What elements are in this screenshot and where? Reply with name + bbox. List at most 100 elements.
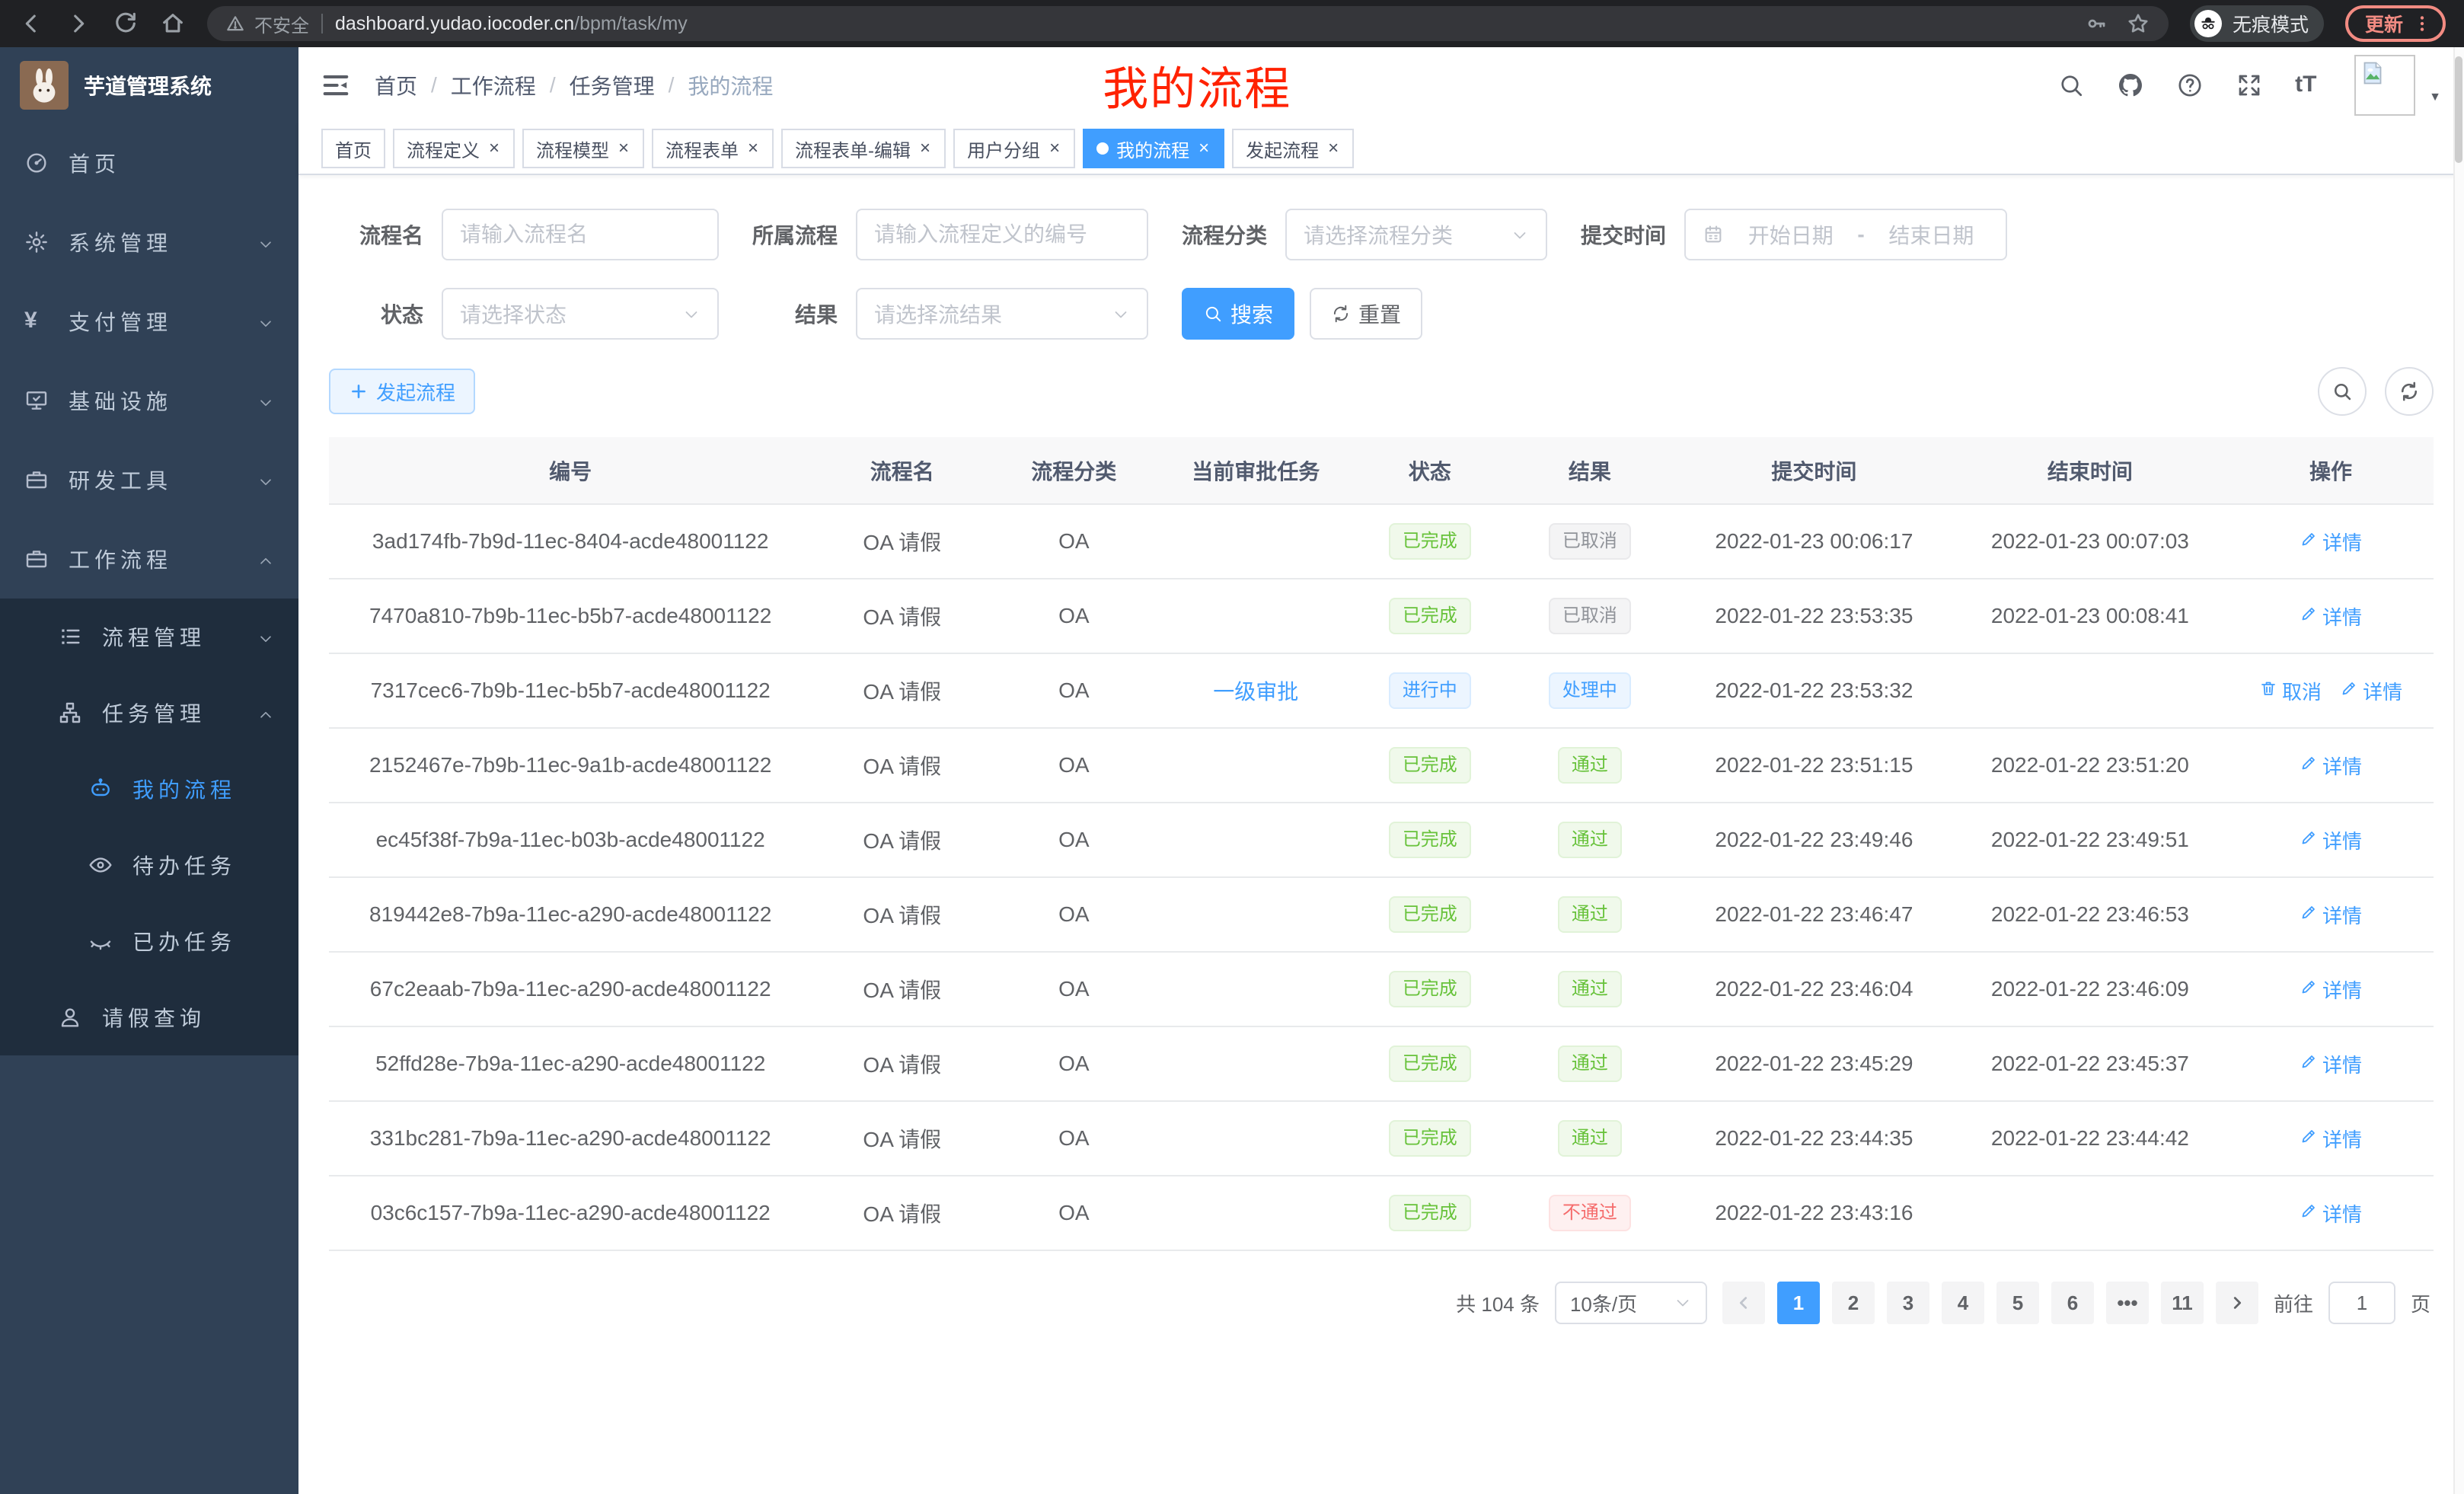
result-badge: 已取消 [1549, 523, 1631, 560]
process-definition-field[interactable] [874, 222, 1130, 247]
tab-close-icon[interactable]: × [918, 139, 932, 158]
tab-close-icon[interactable]: × [1197, 139, 1211, 158]
refresh-table-button[interactable] [2385, 367, 2434, 416]
sidebar-item-10[interactable]: 已办任务 [0, 903, 298, 979]
detail-action-link[interactable]: 详情 [2300, 528, 2362, 556]
tab-用户分组[interactable]: 用户分组× [953, 129, 1075, 168]
result-badge: 通过 [1558, 971, 1622, 1007]
tab-流程表单[interactable]: 流程表单× [652, 129, 774, 168]
tab-close-icon[interactable]: × [1048, 139, 1061, 158]
page-ellipsis[interactable]: ••• [2106, 1282, 2149, 1324]
result-select[interactable]: 请选择流结果 [856, 288, 1148, 340]
sidebar-item-11[interactable]: 请假查询 [0, 979, 298, 1055]
detail-action-label: 详情 [2322, 752, 2362, 780]
sidebar-item-label: 首页 [69, 148, 120, 178]
detail-action-link[interactable]: 详情 [2300, 1050, 2362, 1078]
key-icon[interactable] [2085, 12, 2108, 35]
tab-首页[interactable]: 首页 [321, 129, 385, 168]
page-button-4[interactable]: 4 [1942, 1282, 1984, 1324]
detail-action-link[interactable]: 详情 [2300, 602, 2362, 630]
tab-流程定义[interactable]: 流程定义× [393, 129, 515, 168]
page-button-1[interactable]: 1 [1777, 1282, 1820, 1324]
github-icon[interactable] [2117, 72, 2144, 99]
tab-close-icon[interactable]: × [746, 139, 760, 158]
create-process-button[interactable]: 发起流程 [329, 369, 475, 414]
breadcrumb-item[interactable]: 工作流程 [451, 70, 536, 101]
sidebar-item-7[interactable]: 任务管理 [0, 675, 298, 751]
question-icon[interactable] [2176, 72, 2204, 99]
sidebar-item-4[interactable]: 研发工具 [0, 440, 298, 519]
page-button-5[interactable]: 5 [1996, 1282, 2039, 1324]
sidebar-item-9[interactable]: 待办任务 [0, 827, 298, 903]
browser-forward-icon[interactable] [65, 11, 91, 37]
tab-close-icon[interactable]: × [487, 139, 501, 158]
sidebar-item-6[interactable]: 流程管理 [0, 599, 298, 675]
process-name: OA 请假 [812, 803, 992, 877]
process-name-field[interactable] [460, 222, 701, 247]
search-toggle-button[interactable] [2318, 367, 2367, 416]
process-name-input[interactable] [442, 209, 719, 260]
detail-action-link[interactable]: 详情 [2300, 901, 2362, 929]
detail-action-link[interactable]: 详情 [2340, 677, 2402, 705]
prev-page-button[interactable] [1722, 1282, 1765, 1324]
url-text[interactable]: dashboard.yudao.iocoder.cn/bpm/task/my [335, 13, 688, 35]
process-definition-input[interactable] [856, 209, 1148, 260]
sidebar-item-2[interactable]: ¥支付管理 [0, 282, 298, 361]
tab-流程模型[interactable]: 流程模型× [522, 129, 644, 168]
address-bar[interactable]: 不安全 dashboard.yudao.iocoder.cn/bpm/task/… [207, 6, 2169, 41]
sidebar-item-label: 已办任务 [132, 926, 236, 956]
detail-action-link[interactable]: 详情 [2300, 1199, 2362, 1227]
page-button-11[interactable]: 11 [2161, 1282, 2204, 1324]
scrollbar-thumb[interactable] [2455, 56, 2462, 163]
submit-time-daterange[interactable]: 开始日期-结束日期 [1684, 209, 2007, 260]
fullscreen-icon[interactable] [2236, 72, 2263, 99]
chevron-down-icon [257, 392, 274, 409]
sidebar-item-1[interactable]: 系统管理 [0, 203, 298, 282]
bookmark-star-icon[interactable] [2126, 11, 2150, 36]
actions-cell: 详情 [2228, 1026, 2434, 1101]
font-size-icon[interactable]: tT [2295, 72, 2322, 99]
goto-page-input[interactable] [2328, 1282, 2395, 1324]
detail-action-link[interactable]: 详情 [2300, 826, 2362, 854]
detail-action-link[interactable]: 详情 [2300, 1125, 2362, 1153]
tab-close-icon[interactable]: × [617, 139, 630, 158]
task-link[interactable]: 一级审批 [1213, 680, 1298, 704]
page-button-6[interactable]: 6 [2051, 1282, 2094, 1324]
avatar-caret-icon[interactable]: ▼ [2429, 91, 2441, 104]
tab-我的流程[interactable]: 我的流程× [1083, 129, 1224, 168]
user-avatar[interactable] [2354, 55, 2415, 116]
tab-close-icon[interactable]: × [1326, 139, 1340, 158]
browser-back-icon[interactable] [18, 11, 44, 37]
tab-流程表单-编辑[interactable]: 流程表单-编辑× [781, 129, 946, 168]
sidebar-item-3[interactable]: 基础设施 [0, 361, 298, 440]
reset-button[interactable]: 重置 [1310, 288, 1422, 340]
security-warning[interactable]: 不安全 [225, 11, 309, 37]
next-page-button[interactable] [2216, 1282, 2258, 1324]
sidebar-collapse-icon[interactable] [321, 71, 350, 100]
scrollbar-track[interactable] [2453, 47, 2464, 1494]
detail-action-link[interactable]: 详情 [2300, 752, 2362, 780]
page-button-3[interactable]: 3 [1887, 1282, 1929, 1324]
status-select[interactable]: 请选择状态 [442, 288, 719, 340]
breadcrumb-item[interactable]: 任务管理 [570, 70, 655, 101]
browser-update-button[interactable]: 更新 [2345, 5, 2446, 42]
detail-action-link[interactable]: 详情 [2300, 975, 2362, 1004]
page-button-2[interactable]: 2 [1832, 1282, 1875, 1324]
cancel-action-link[interactable]: 取消 [2259, 677, 2322, 705]
browser-home-icon[interactable] [160, 11, 186, 37]
sidebar-item-8[interactable]: 我的流程 [0, 751, 298, 827]
sidebar-item-5[interactable]: 工作流程 [0, 519, 298, 599]
page-size-select[interactable]: 10条/页 [1555, 1282, 1707, 1324]
process-category-select[interactable]: 请选择流程分类 [1285, 209, 1547, 260]
sidebar-item-0[interactable]: 首页 [0, 123, 298, 203]
browser-reload-icon[interactable] [113, 11, 139, 37]
status-cell: 已完成 [1356, 877, 1504, 952]
breadcrumb-item[interactable]: 首页 [375, 70, 417, 101]
current-task [1155, 877, 1356, 952]
search-button[interactable]: 搜索 [1182, 288, 1294, 340]
status-cell: 已完成 [1356, 803, 1504, 877]
search-icon[interactable] [2057, 72, 2085, 99]
app-logo[interactable]: 芋道管理系统 [0, 47, 298, 123]
tab-发起流程[interactable]: 发起流程× [1232, 129, 1354, 168]
browser-menu-dots-icon[interactable] [2412, 14, 2432, 34]
